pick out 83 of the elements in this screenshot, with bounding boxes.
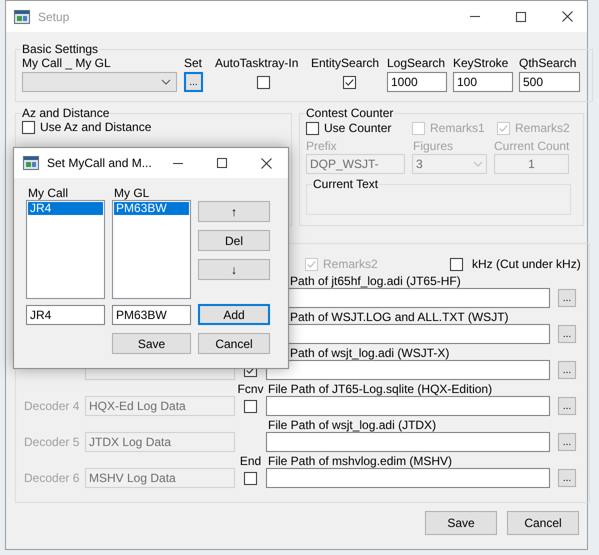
window-title: Setup [38,10,70,24]
browse-button[interactable]: ... [558,361,576,379]
decoder-label: Decoder 4 [24,399,80,413]
checkbox[interactable] [342,76,356,88]
prefix-field[interactable]: DQP_WSJT- [306,154,405,174]
add-button[interactable]: Add [198,304,270,325]
save-button[interactable]: Save [112,333,191,354]
browse-button[interactable]: ... [558,325,576,343]
list-item[interactable]: JR4 [28,202,103,215]
group-title: Contest Counter [305,106,394,120]
group-title: Az and Distance [21,106,110,120]
decoder-label: Decoder 5 [24,435,80,449]
path-label: Path of WSJT.LOG and ALL.TXT (WSJT) [289,310,510,324]
figures-dropdown[interactable]: 3 [412,154,487,174]
checkbox-label: Remarks2 [515,121,570,135]
dialog-title: Set MyCall and M... [47,156,153,170]
field-label: My Call _ My GL [22,56,112,70]
path-field[interactable] [266,468,550,488]
path-label: Path of wsjt_log.adi (WSJT-X) [289,346,450,360]
checkbox-label: End [240,454,262,468]
path-field[interactable] [266,432,550,452]
count-field[interactable]: 1 [494,154,569,174]
field-label: Set [184,56,204,70]
field-label: LogSearch [387,56,446,70]
field-label: QthSearch [519,56,578,70]
checkbox[interactable] [244,472,257,484]
window-icon [23,156,39,170]
browse-button[interactable]: ... [558,433,576,451]
checkbox-label: Remarks1 [430,121,485,135]
grid-list[interactable]: PM63BW [112,200,191,299]
number-field[interactable]: 500 [519,72,580,92]
field-label: Figures [413,139,454,154]
decoder-name-field[interactable]: HQX-Ed Log Data [85,396,235,416]
checkbox-label: kHz (Cut under kHz) [472,257,581,271]
checkbox[interactable] [450,258,463,270]
checkbox[interactable] [256,76,270,88]
maximize-icon[interactable] [516,12,526,22]
maximize-icon[interactable] [217,158,227,168]
checkbox-label: Use Az and Distance [40,120,152,134]
cancel-button[interactable]: Cancel [198,333,270,354]
dialog-button[interactable]: Cancel [507,511,579,535]
number-field[interactable]: 1000 [387,72,447,92]
field-label: Current Count [494,139,570,154]
list-button[interactable]: ↑ [198,201,270,222]
path-label: File Path of wsjt_log.adi (JTDX) [267,418,438,432]
list-button[interactable]: Del [198,230,270,251]
minimize-icon[interactable] [173,162,183,164]
path-label: Path of jt65hf_log.adi (JT65-HF) [289,274,462,288]
number-field[interactable]: 100 [453,72,513,92]
window-icon [14,10,30,24]
checkbox-label: Fcnv [237,382,264,396]
grid-field[interactable]: PM63BW [112,305,191,325]
checkbox[interactable] [22,120,35,134]
list-item[interactable]: PM63BW [114,202,189,215]
browse-button[interactable]: ... [558,397,576,415]
field-label: My GL [113,186,150,200]
group-title: Current Text [312,177,380,191]
list-button[interactable]: ↓ [198,259,270,280]
checkbox-label: Remarks2 [323,257,378,271]
field-label: My Call [27,186,70,200]
dialog-button[interactable]: Save [425,511,497,535]
decoder-label: Decoder 6 [24,471,80,485]
decoder-name-field[interactable]: JTDX Log Data [85,432,235,452]
field-label: Prefix [306,139,338,154]
checkbox[interactable] [244,400,257,412]
browse-button[interactable]: ... [558,469,576,487]
set-button[interactable]: ... [184,72,203,92]
checkbox[interactable] [306,122,319,134]
checkbox-label: Use Counter [324,121,392,135]
path-field[interactable] [266,396,550,416]
close-icon[interactable] [562,11,573,22]
path-label: File Path of mshvlog.edim (MSHV) [267,454,454,468]
checkbox-label: EntitySearch [311,56,380,70]
field-label: KeyStroke [453,56,510,70]
call-field[interactable]: JR4 [26,305,105,325]
checkbox-label: AutoTasktray-In [215,56,300,70]
browse-button[interactable]: ... [558,289,576,307]
path-label: File Path of JT65-Log.sqlite (HQX-Edition) [267,382,494,396]
close-icon[interactable] [261,158,272,168]
path-field[interactable] [266,360,550,380]
call-list[interactable]: JR4 [26,200,105,299]
group-title: Basic Settings [21,42,100,56]
decoder-name-field[interactable]: MSHV Log Data [85,468,235,488]
